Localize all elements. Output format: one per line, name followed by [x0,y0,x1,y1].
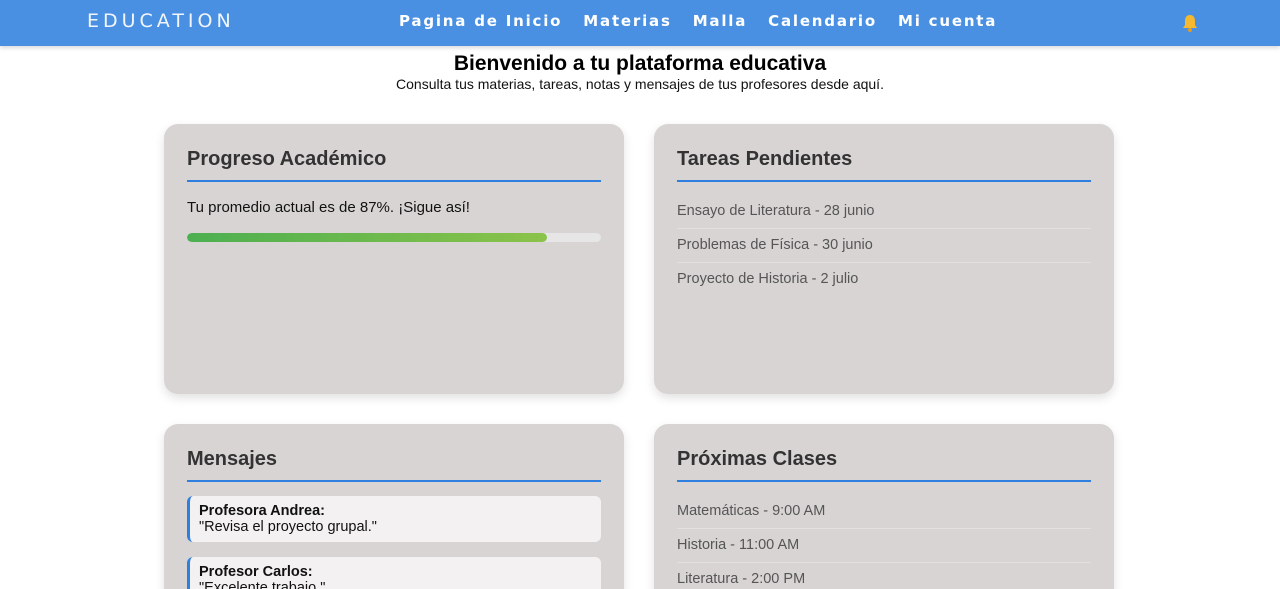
list-item[interactable]: Literatura - 2:00 PM [677,563,1091,589]
nav-link-materias[interactable]: Materias [583,12,671,30]
message-sender: Profesor Carlos: [199,564,313,580]
pending-tasks-card: Tareas Pendientes Ensayo de Literatura -… [654,124,1114,394]
list-item[interactable]: Historia - 11:00 AM [677,529,1091,563]
card-title: Mensajes [187,447,601,482]
upcoming-classes-card: Próximas Clases Matemáticas - 9:00 AM Hi… [654,424,1114,589]
main-nav: Pagina de Inicio Materias Malla Calendar… [399,12,1018,30]
nav-link-calendario[interactable]: Calendario [768,12,877,30]
page-subtitle: Consulta tus materias, tareas, notas y m… [396,76,884,92]
card-title: Próximas Clases [677,447,1091,482]
average-text: Tu promedio actual es de 87%. ¡Sigue así… [187,199,470,216]
nav-link-inicio[interactable]: Pagina de Inicio [399,12,562,30]
page-title: Bienvenido a tu plataforma educativa [453,52,827,75]
list-item[interactable]: Problemas de Física - 30 junio [677,229,1091,263]
list-item[interactable]: Matemáticas - 9:00 AM [677,495,1091,529]
task-list: Ensayo de Literatura - 28 junio Problema… [677,195,1091,296]
nav-link-mi-cuenta[interactable]: Mi cuenta [898,12,997,30]
welcome-section: Bienvenido a tu plataforma educativa Con… [0,52,1280,93]
message-text: "Excelente trabajo." [199,580,326,589]
message-text: "Revisa el proyecto grupal." [199,519,377,535]
list-item[interactable]: Ensayo de Literatura - 28 junio [677,195,1091,229]
progress-bar [187,233,601,242]
card-title: Tareas Pendientes [677,147,1091,182]
brand-logo[interactable]: EDUCATION [87,10,235,32]
top-navbar: EDUCATION Pagina de Inicio Materias Mall… [0,0,1280,46]
bell-icon[interactable] [1180,13,1200,33]
messages-card: Mensajes Profesora Andrea: "Revisa el pr… [164,424,624,589]
card-title: Progreso Académico [187,147,601,182]
class-list: Matemáticas - 9:00 AM Historia - 11:00 A… [677,495,1091,589]
academic-progress-card: Progreso Académico Tu promedio actual es… [164,124,624,394]
nav-link-malla[interactable]: Malla [693,12,747,30]
list-item[interactable]: Proyecto de Historia - 2 julio [677,263,1091,296]
message-item[interactable]: Profesora Andrea: "Revisa el proyecto gr… [187,496,601,542]
message-sender: Profesora Andrea: [199,503,325,519]
progress-bar-fill [187,233,548,242]
message-item[interactable]: Profesor Carlos: "Excelente trabajo." [187,557,601,589]
